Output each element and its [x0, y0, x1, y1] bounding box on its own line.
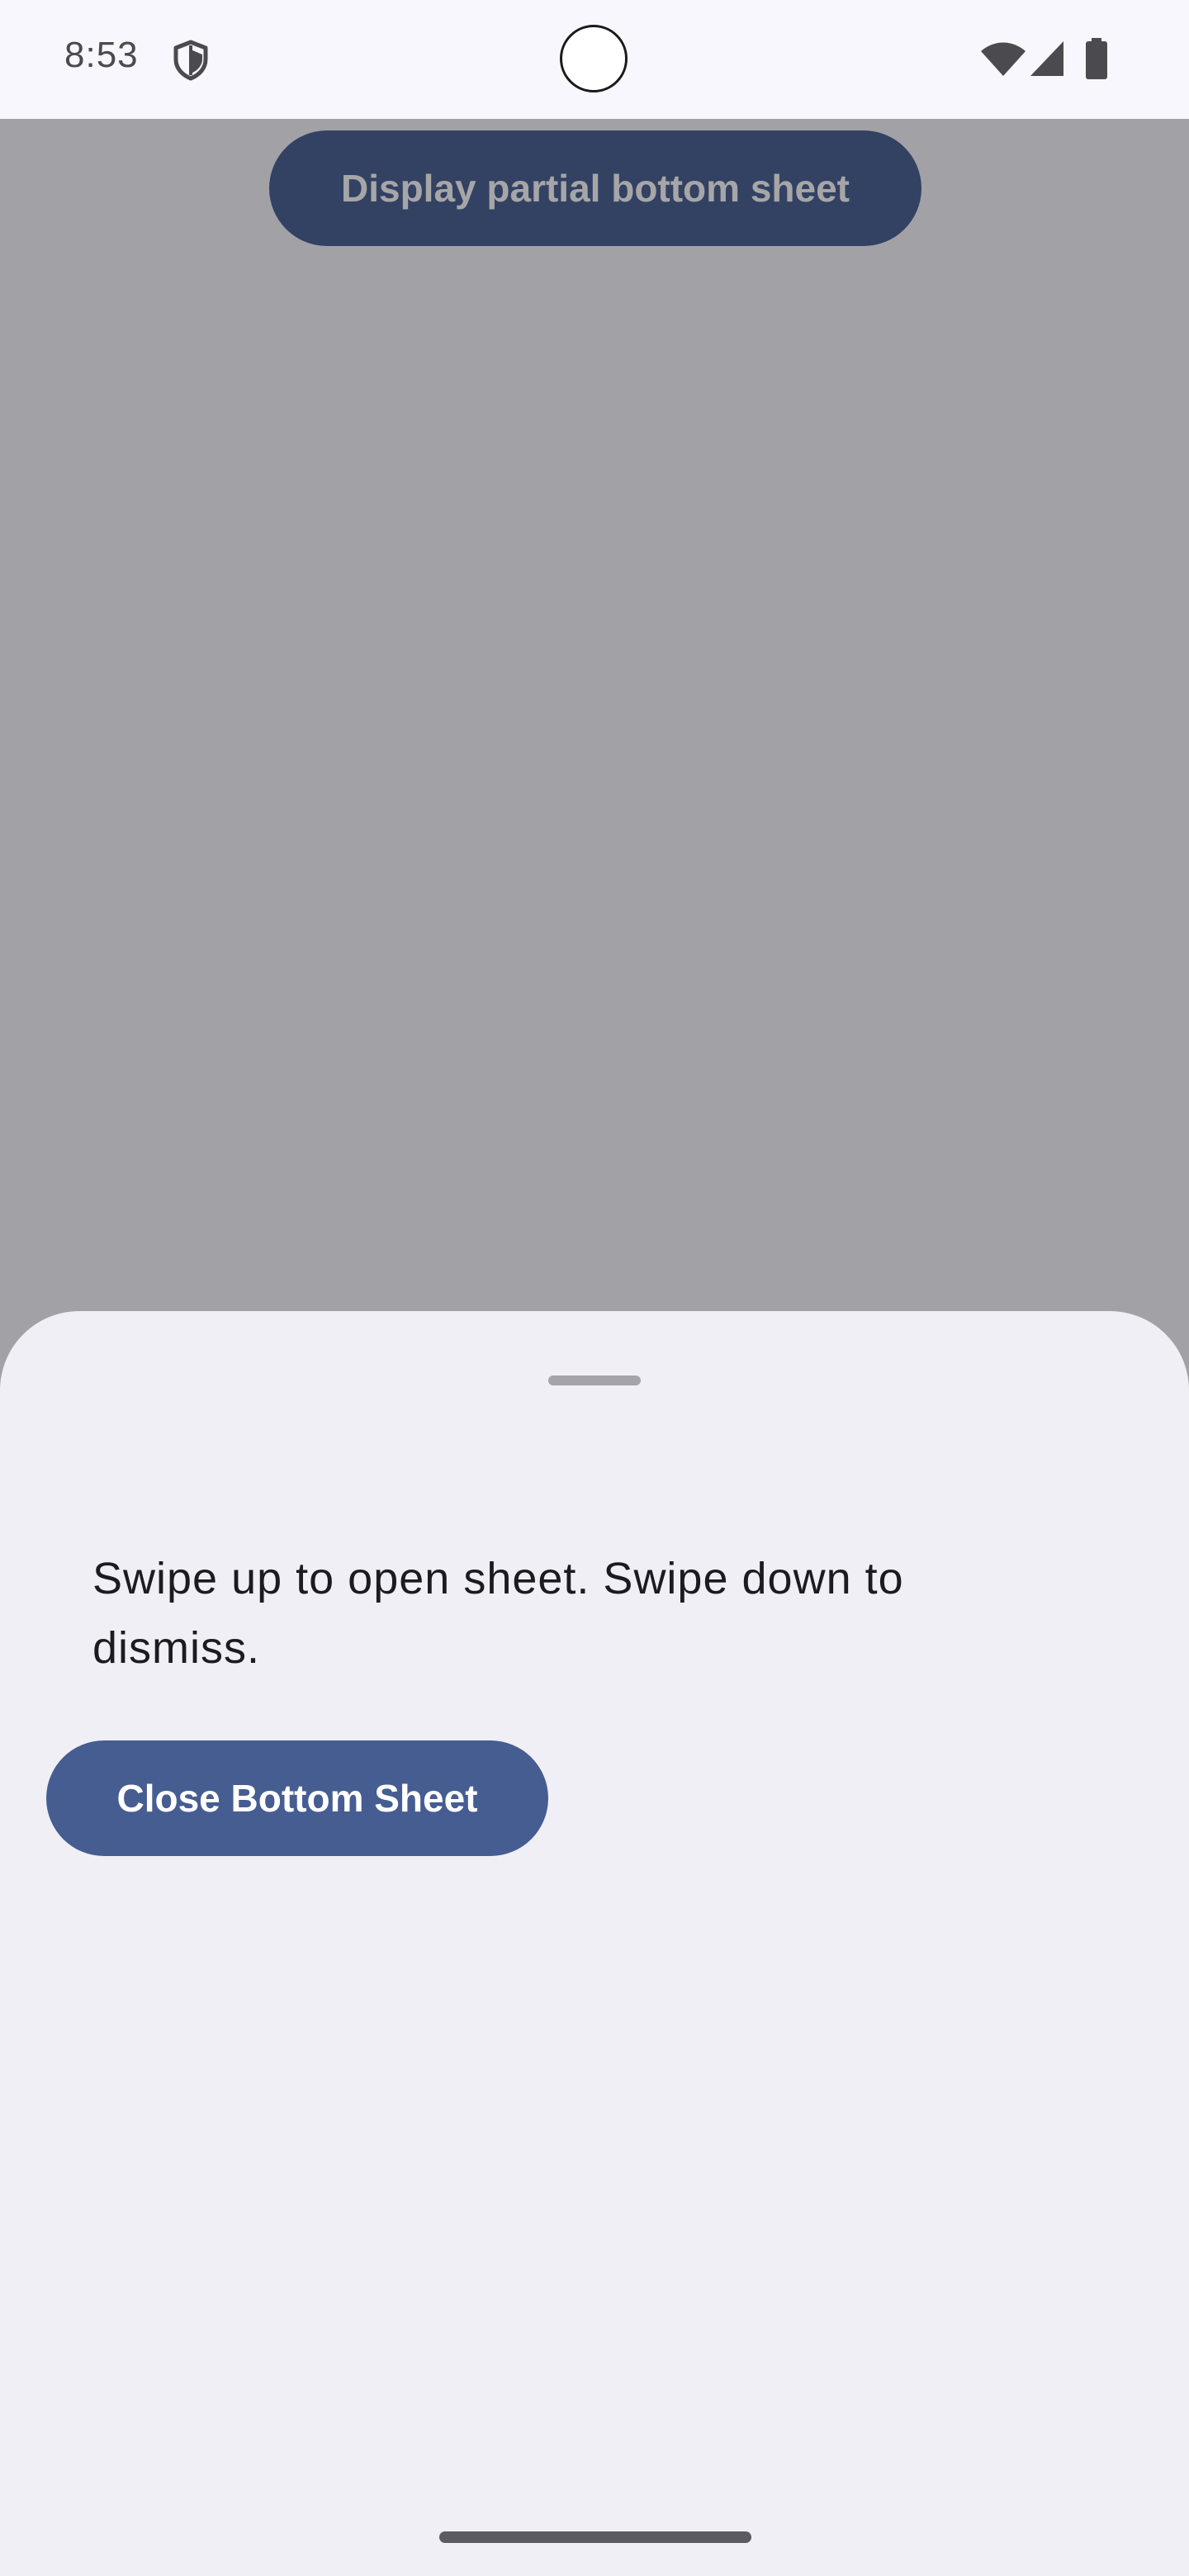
drag-handle[interactable] [548, 1376, 641, 1385]
camera-cutout [560, 25, 628, 92]
battery-icon [1085, 38, 1108, 79]
screen: 8:53 Display partial bottom sheet Swipe … [0, 0, 1189, 2576]
status-bar: 8:53 [0, 0, 1189, 119]
close-bottom-sheet-button[interactable]: Close Bottom Sheet [46, 1740, 548, 1856]
gesture-nav-handle[interactable] [439, 2531, 751, 2543]
signal-icon [1029, 40, 1065, 78]
sheet-message: Swipe up to open sheet. Swipe down to di… [92, 1554, 904, 1673]
bottom-sheet[interactable]: Swipe up to open sheet. Swipe down to di… [0, 1311, 1189, 2576]
shield-icon [172, 40, 210, 81]
status-time: 8:53 [64, 35, 139, 75]
wifi-icon [979, 41, 1027, 78]
